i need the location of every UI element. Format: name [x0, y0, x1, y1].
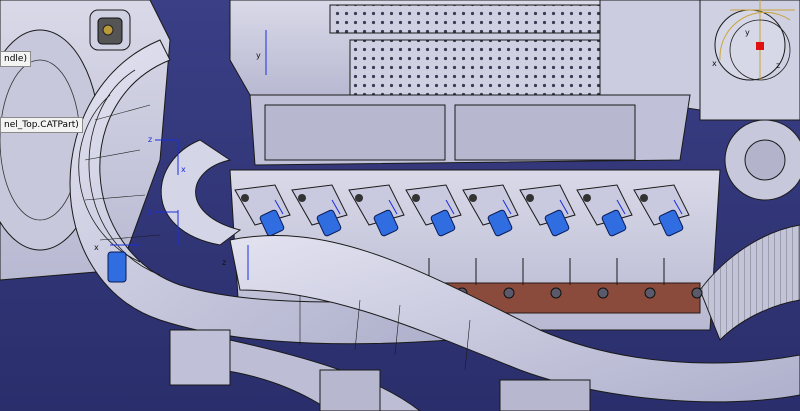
- spec-tree-node[interactable]: ndle): [0, 51, 31, 67]
- rail-bolt: [597, 287, 609, 299]
- spec-tree-node[interactable]: nel_Top.CATPart): [0, 117, 83, 133]
- 3d-viewport[interactable]: z x z x z y ndle) nel_Top.CATPart) y x z: [0, 0, 800, 411]
- rail-bolt: [644, 287, 656, 299]
- svg-text:z: z: [222, 258, 226, 267]
- rail-bolt: [550, 287, 562, 299]
- svg-text:y: y: [256, 51, 261, 60]
- svg-text:x: x: [712, 59, 717, 68]
- svg-text:x: x: [94, 243, 99, 252]
- svg-text:z: z: [148, 208, 152, 217]
- compass-icon[interactable]: y x z: [690, 0, 800, 90]
- svg-text:x: x: [181, 165, 186, 174]
- rail-bolt: [503, 287, 515, 299]
- svg-text:z: z: [776, 61, 780, 70]
- svg-text:y: y: [745, 28, 750, 37]
- rail-bolt: [691, 287, 703, 299]
- svg-text:z: z: [148, 135, 152, 144]
- engine-assembly-model[interactable]: z x z x z y: [0, 0, 800, 411]
- left-connector[interactable]: [107, 251, 127, 283]
- intake-tube-upper[interactable]: [160, 139, 242, 246]
